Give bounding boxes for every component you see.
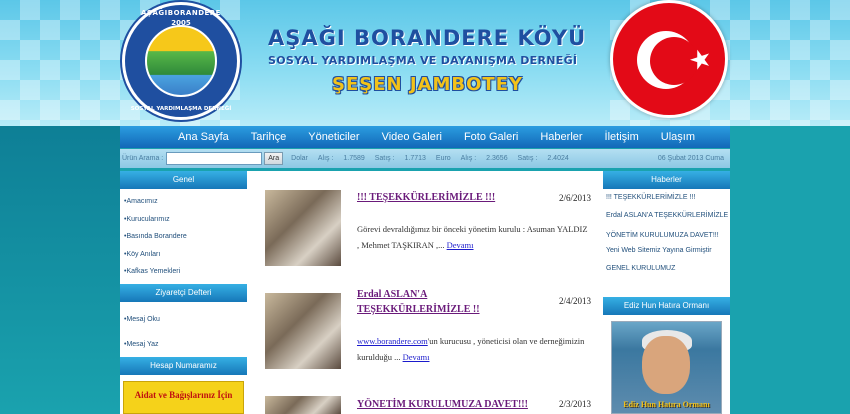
- news-item[interactable]: GENEL KURULUMUZ: [603, 260, 730, 278]
- news-item[interactable]: Yeni Web Sitemiz Yayına Girmiştir: [603, 242, 730, 260]
- haberler-header: Haberler: [603, 171, 730, 189]
- ziyaretci-header: Ziyaretçi Defteri: [120, 283, 247, 302]
- news-item[interactable]: YÖNETİM KURULUMUZA DAVET!!!: [603, 225, 730, 242]
- current-date: 06 Şubat 2013 Cuma: [657, 155, 724, 162]
- search-button[interactable]: Ara: [264, 152, 284, 165]
- logo-landscape-icon: [145, 25, 217, 97]
- dollar-satis-label: Satış :: [374, 155, 395, 162]
- sidebar-item-amacimiz[interactable]: Amacımız: [120, 193, 247, 211]
- logo-bottom-text: SOSYAL YARDIMLAŞMA DERNEĞİ: [130, 106, 232, 112]
- nav-haberler[interactable]: Haberler: [529, 131, 593, 143]
- nav-tarihce[interactable]: Tarihçe: [240, 131, 297, 143]
- euro-alis-value: 2.3656: [486, 155, 508, 162]
- search-bar: Ürün Arama : Ara Dolar Alış : 1.7589 Sat…: [120, 149, 730, 168]
- euro-label: Euro: [435, 155, 451, 162]
- site-header: AŞAĞIBORANDERE 2005 SOSYAL YARDIMLAŞMA D…: [0, 0, 850, 126]
- nav-yoneticiler[interactable]: Yöneticiler: [297, 131, 370, 143]
- main-navigation: Ana Sayfa Tarihçe Yöneticiler Video Gale…: [120, 126, 730, 148]
- article-thumbnail[interactable]: [265, 293, 341, 369]
- article-more-link[interactable]: Devamı: [447, 240, 474, 250]
- article-date: 2/6/2013: [558, 193, 591, 203]
- euro-satis-label: Satış :: [517, 155, 538, 162]
- search-label: Ürün Arama :: [122, 155, 164, 162]
- mesaj-oku-link[interactable]: Mesaj Oku: [120, 316, 247, 323]
- turkish-flag-icon: ★: [610, 0, 728, 118]
- article-body: www.borandere.com'un kurucusu , yönetici…: [357, 333, 589, 365]
- sidebar-item-kafkas-yemekleri[interactable]: Kafkas Yemekleri: [120, 263, 247, 281]
- dollar-alis-value: 1.7589: [343, 155, 365, 162]
- dollar-satis-value: 1.7713: [404, 155, 426, 162]
- currency-rates: Dolar Alış : 1.7589 Satış : 1.7713 Euro …: [283, 155, 569, 162]
- article-thumbnail[interactable]: [265, 190, 341, 266]
- dollar-alis-label: Alış :: [317, 155, 334, 162]
- news-item[interactable]: !!! TEŞEKKÜRLERİMİZLE !!!: [603, 189, 730, 207]
- site-title: AŞAĞI BORANDERE KÖYÜ: [268, 26, 587, 50]
- hesap-header: Hesap Numaramız: [120, 357, 247, 375]
- right-sidebar: Haberler !!! TEŞEKKÜRLERİMİZLE !!! Erdal…: [603, 171, 730, 414]
- sidebar-item-koy-anilari[interactable]: Köy Anıları: [120, 246, 247, 264]
- article-site-link[interactable]: www.borandere.com: [357, 336, 428, 346]
- search-input[interactable]: [166, 152, 263, 165]
- article-more-link[interactable]: Devamı: [403, 352, 430, 362]
- main-content: !!! TEŞEKKÜRLERİMİZLE !!! 2/6/2013 Görev…: [247, 171, 603, 414]
- article-title[interactable]: Erdal ASLAN'A TEŞEKKÜRLERİMİZLE !!: [357, 287, 537, 317]
- association-logo[interactable]: AŞAĞIBORANDERE 2005 SOSYAL YARDIMLAŞMA D…: [122, 2, 240, 120]
- left-sidebar: Genel Amacımız Kurucularımız Basında Bor…: [120, 171, 247, 414]
- nav-foto-galeri[interactable]: Foto Galeri: [453, 131, 529, 143]
- logo-top-text: AŞAĞIBORANDERE: [141, 9, 221, 17]
- portrait-caption: Ediz Hun Hatıra Ormanı: [623, 400, 710, 409]
- site-name: ŞEŞEN JAMBOTEY: [332, 74, 524, 95]
- sidebar-item-basinda[interactable]: Basında Borandere: [120, 228, 247, 246]
- mesaj-yaz-link[interactable]: Mesaj Yaz: [120, 341, 247, 348]
- genel-header: Genel: [120, 171, 247, 189]
- dollar-label: Dolar: [291, 155, 308, 162]
- article-body: Görevi devraldığımız bir önceki yönetim …: [357, 221, 589, 253]
- site-subtitle: SOSYAL YARDIMLAŞMA VE DAYANIŞMA DERNEĞİ: [268, 54, 578, 67]
- news-item[interactable]: Erdal ASLAN'A TEŞEKKÜRLERİMİZLE !!: [603, 207, 730, 225]
- article-date: 2/3/2013: [558, 399, 591, 409]
- sidebar-item-kurucularimiz[interactable]: Kurucularımız: [120, 211, 247, 229]
- nav-ana-sayfa[interactable]: Ana Sayfa: [168, 131, 240, 143]
- article-thumbnail[interactable]: [265, 396, 341, 414]
- nav-ulasim[interactable]: Ulaşım: [650, 131, 706, 143]
- article-title[interactable]: !!! TEŞEKKÜRLERİMİZLE !!!: [357, 192, 495, 203]
- nav-iletisim[interactable]: İletişim: [594, 131, 650, 143]
- euro-alis-label: Alış :: [460, 155, 477, 162]
- bank-info-banner[interactable]: Aidat ve Bağışlarınız İçin: [123, 381, 244, 414]
- portrait-face: [642, 336, 690, 394]
- article-date: 2/4/2013: [558, 296, 591, 306]
- nav-video-galeri[interactable]: Video Galeri: [371, 131, 453, 143]
- euro-satis-value: 2.4024: [547, 155, 569, 162]
- page-background-left: [0, 126, 120, 414]
- ediz-hun-portrait[interactable]: Ediz Hun Hatıra Ormanı: [611, 321, 722, 414]
- ormani-header: Ediz Hun Hatıra Ormanı: [603, 297, 730, 315]
- article-title[interactable]: YÖNETİM KURULUMUZA DAVET!!!: [357, 399, 528, 410]
